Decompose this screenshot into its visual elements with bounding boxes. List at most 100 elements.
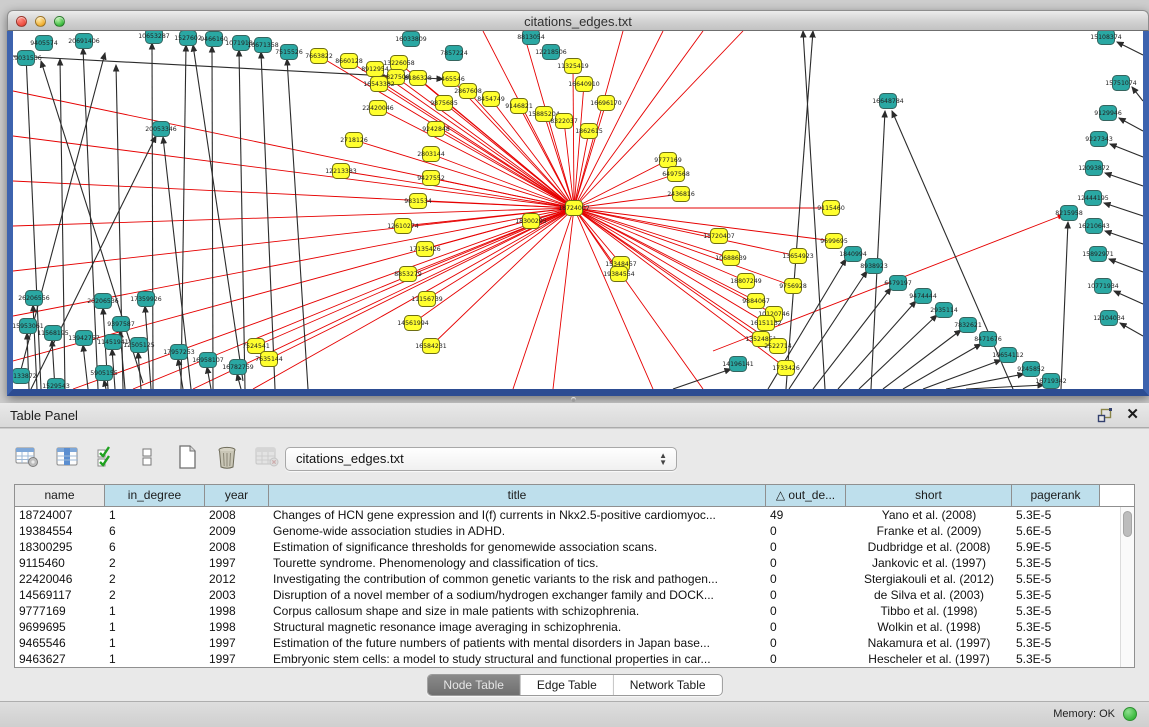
graph-node[interactable]: 9831534 <box>404 194 432 209</box>
graph-edge[interactable] <box>26 55 41 389</box>
graph-edge[interactable] <box>193 45 243 381</box>
table-row[interactable]: 1456911722003Disruption of a novel membe… <box>15 587 1120 603</box>
graph-edge[interactable] <box>1061 222 1068 389</box>
graph-edge[interactable] <box>212 46 213 389</box>
graph-node[interactable]: 8215958 <box>1055 206 1083 221</box>
graph-node[interactable]: 9405574 <box>30 36 58 51</box>
graph-node[interactable]: 2436816 <box>667 187 695 202</box>
graph-node[interactable]: 19384554 <box>603 267 635 282</box>
graph-node[interactable]: 16648784 <box>872 94 904 109</box>
graph-node[interactable]: 1529543 <box>42 379 70 390</box>
graph-edge[interactable] <box>553 208 574 389</box>
table-row[interactable]: 977716911998Corpus callosum shape and si… <box>15 603 1120 619</box>
column-header-in_degree[interactable]: in_degree <box>105 485 205 506</box>
splitter-handle[interactable] <box>571 397 576 402</box>
table-row[interactable]: 969969511998Structural magnetic resonanc… <box>15 619 1120 635</box>
new-document-icon[interactable] <box>174 444 200 470</box>
graph-edge[interactable] <box>1120 323 1143 336</box>
graph-edge[interactable] <box>152 43 153 389</box>
graph-edge[interactable] <box>673 369 731 389</box>
column-header-short[interactable]: short <box>846 485 1012 506</box>
graph-edge[interactable] <box>966 385 1044 389</box>
graph-node[interactable]: 6479197 <box>884 276 912 291</box>
graph-edge[interactable] <box>574 131 589 208</box>
graph-edge[interactable] <box>1105 173 1143 186</box>
graph-node[interactable]: 10688639 <box>715 251 747 266</box>
graph-node[interactable]: 16696170 <box>590 96 622 111</box>
graph-node[interactable]: 9699695 <box>820 234 848 249</box>
graph-edge[interactable] <box>1110 144 1143 157</box>
graph-edge[interactable] <box>239 50 245 389</box>
graph-edge[interactable] <box>104 380 106 389</box>
graph-node[interactable]: 8186328 <box>404 71 432 86</box>
graph-node[interactable]: 7857224 <box>440 46 468 61</box>
table-row[interactable]: 1872400712008Changes of HCN gene express… <box>15 507 1120 523</box>
graph-node[interactable]: 16033809 <box>395 32 427 47</box>
graph-edge[interactable] <box>83 345 88 389</box>
graph-node[interactable]: 9474444 <box>909 289 937 304</box>
graph-edge[interactable] <box>261 52 275 389</box>
graph-node[interactable]: 18807249 <box>730 274 762 289</box>
graph-edge[interactable] <box>883 330 961 389</box>
graph-node[interactable]: 8938923 <box>860 259 888 274</box>
table-selector[interactable]: citations_edges.txt ▲▼ <box>285 447 677 471</box>
column-header-title[interactable]: title <box>269 485 766 506</box>
graph-node[interactable]: 20691406 <box>68 34 100 49</box>
table-row[interactable]: 2242004622012Investigating the contribut… <box>15 571 1120 587</box>
table-scrollbar-thumb[interactable] <box>1123 511 1132 537</box>
graph-node[interactable]: 2935114 <box>930 303 958 318</box>
close-panel-icon[interactable]: ✕ <box>1126 407 1139 423</box>
table-row[interactable]: 911546021997Tourette syndrome. Phenomeno… <box>15 555 1120 571</box>
graph-node[interactable]: 10653287 <box>138 31 170 44</box>
graph-node[interactable]: 16782759 <box>222 360 254 375</box>
graph-edge[interactable] <box>923 360 1001 389</box>
delete-trash-icon[interactable] <box>214 444 240 470</box>
tab-network-table[interactable]: Network Table <box>614 675 722 695</box>
graph-edge[interactable] <box>413 208 574 323</box>
graph-node[interactable]: 15751074 <box>1105 76 1137 91</box>
graph-node[interactable]: 17359926 <box>130 292 162 307</box>
tab-node-table[interactable]: Node Table <box>427 675 521 695</box>
graph-edge[interactable] <box>207 367 211 389</box>
graph-node[interactable]: 10654112 <box>992 348 1024 363</box>
graph-edge[interactable] <box>13 136 574 208</box>
graph-edge[interactable] <box>237 374 241 389</box>
table-row[interactable]: 1830029562008Estimation of significance … <box>15 539 1120 555</box>
column-header-pagerank[interactable]: pagerank <box>1012 485 1100 506</box>
graph-node[interactable]: 12610274 <box>387 219 419 234</box>
graph-edge[interactable] <box>786 31 813 389</box>
graph-edge[interactable] <box>1114 291 1143 304</box>
graph-edge[interactable] <box>193 208 574 389</box>
graph-node[interactable]: 11156739 <box>411 292 443 307</box>
graph-edge[interactable] <box>574 31 703 208</box>
column-header-name[interactable]: name <box>15 485 105 506</box>
graph-node[interactable]: 9466160 <box>200 32 228 47</box>
graph-node[interactable]: 8813054 <box>517 31 545 45</box>
graph-edge[interactable] <box>574 31 743 208</box>
graph-edge[interactable] <box>1117 42 1143 55</box>
graph-node[interactable]: 1733426 <box>772 361 800 376</box>
column-header-year[interactable]: year <box>205 485 269 506</box>
table-row[interactable]: 946362711997Embryonic stem cells: a mode… <box>15 651 1120 667</box>
graph-edge[interactable] <box>871 111 885 389</box>
float-window-icon[interactable] <box>1097 408 1114 423</box>
graph-node[interactable]: 17135426 <box>409 242 441 257</box>
graph-node[interactable]: 12218506 <box>535 45 567 60</box>
graph-node[interactable]: 2803144 <box>417 147 445 162</box>
graph-node[interactable]: 16958107 <box>192 353 224 368</box>
graph-edge[interactable] <box>178 359 183 389</box>
graph-node[interactable]: 1527602 <box>174 31 202 46</box>
graph-edge[interactable] <box>1104 203 1143 216</box>
graph-edge[interactable] <box>1109 259 1143 272</box>
graph-edge[interactable] <box>892 111 1013 389</box>
graph-node[interactable]: 16584231 <box>415 339 447 354</box>
table-row[interactable]: 1938455462009Genome-wide association stu… <box>15 523 1120 539</box>
tab-edge-table[interactable]: Edge Table <box>521 675 614 695</box>
graph-node[interactable]: 2718126 <box>340 133 368 148</box>
window-titlebar[interactable]: citations_edges.txt <box>7 10 1149 31</box>
graph-node[interactable]: 13654923 <box>782 249 814 264</box>
graph-edge[interactable] <box>513 208 574 389</box>
table-row[interactable]: 946554611997Estimation of the future num… <box>15 635 1120 651</box>
graph-edge[interactable] <box>574 208 719 236</box>
graph-node[interactable]: 7515526 <box>275 45 303 60</box>
